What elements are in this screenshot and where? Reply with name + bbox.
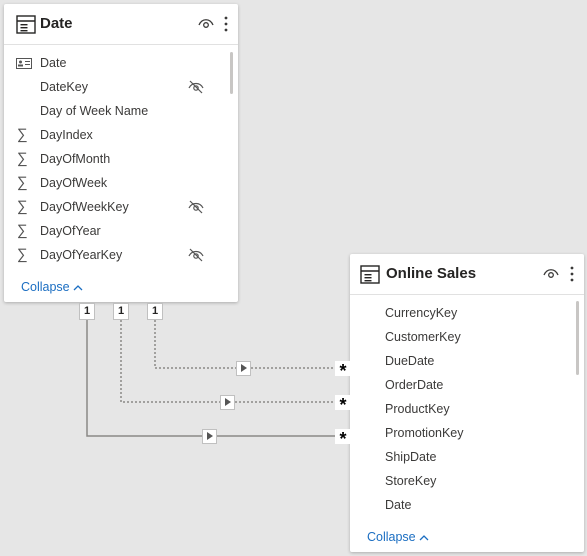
field-row[interactable]: Date	[4, 51, 238, 75]
filter-direction-arrow-icon[interactable]	[202, 429, 217, 444]
field-name: CustomerKey	[385, 330, 461, 344]
field-name: OrderDate	[385, 378, 444, 392]
sigma-icon: ∑	[17, 198, 28, 215]
table-icon	[16, 15, 36, 34]
field-name: DayOfWeek	[40, 176, 108, 190]
field-name: DayOfMonth	[40, 152, 111, 166]
field-name: ShipDate	[385, 450, 437, 464]
sigma-icon: ∑	[17, 174, 28, 191]
text-field-card-icon	[16, 58, 32, 69]
field-row[interactable]: CurrencyKey	[350, 301, 584, 325]
field-name: CurrencyKey	[385, 306, 458, 320]
scrollbar[interactable]	[576, 301, 579, 375]
collapse-link[interactable]: Collapse	[367, 530, 429, 544]
field-row[interactable]: ∑ DayOfYearKey	[4, 243, 238, 267]
field-name: PromotionKey	[385, 426, 464, 440]
field-name: DateKey	[40, 80, 88, 94]
hidden-eye-icon	[188, 200, 204, 214]
field-row[interactable]: StoreKey	[350, 469, 584, 493]
more-options-icon[interactable]	[224, 16, 228, 32]
field-name: Date	[40, 56, 67, 70]
field-row[interactable]: ProductKey	[350, 397, 584, 421]
collapse-link[interactable]: Collapse	[21, 280, 83, 294]
field-row[interactable]: ∑ DayIndex	[4, 123, 238, 147]
table-icon	[360, 265, 380, 284]
date-table-card[interactable]: Date Date DateKey Day of Week Name ∑ Day…	[4, 4, 238, 302]
date-table-title: Date	[40, 15, 73, 32]
more-options-icon[interactable]	[570, 266, 574, 282]
date-field-list[interactable]: Date DateKey Day of Week Name ∑ DayIndex…	[4, 51, 238, 273]
cardinality-one-badge[interactable]: 1	[147, 303, 163, 320]
chevron-up-icon	[73, 285, 83, 291]
filter-direction-arrow-icon[interactable]	[220, 395, 235, 410]
online-sales-table-title: Online Sales	[386, 265, 477, 282]
field-row[interactable]: Day of Week Name	[4, 99, 238, 123]
sigma-icon: ∑	[17, 150, 28, 167]
field-name: DayOfWeekKey	[40, 200, 129, 214]
scrollbar[interactable]	[230, 52, 233, 94]
collapse-label: Collapse	[21, 280, 70, 294]
field-name: DayIndex	[40, 128, 93, 142]
field-name: StoreKey	[385, 474, 437, 488]
field-row[interactable]: ∑ DayOfMonth	[4, 147, 238, 171]
chevron-up-icon	[419, 535, 429, 541]
field-name: DayOfYearKey	[40, 248, 123, 262]
field-row[interactable]: PromotionKey	[350, 421, 584, 445]
field-row[interactable]: DateKey	[4, 75, 238, 99]
sigma-icon: ∑	[17, 246, 28, 263]
hidden-eye-icon	[188, 248, 204, 262]
cardinality-many-badge[interactable]: *	[335, 361, 351, 381]
field-name: DayOfYear	[40, 224, 101, 238]
field-row[interactable]: OrderDate	[350, 373, 584, 397]
date-table-header[interactable]: Date	[4, 4, 238, 45]
field-row[interactable]: ∑ DayOfWeek	[4, 171, 238, 195]
field-row[interactable]: ShipDate	[350, 445, 584, 469]
sigma-icon: ∑	[17, 126, 28, 143]
visibility-eye-icon[interactable]	[543, 267, 559, 279]
field-row[interactable]: Date	[350, 493, 584, 517]
cardinality-one-badge[interactable]: 1	[113, 303, 129, 320]
relationship-line-3[interactable]	[86, 312, 343, 437]
field-name: Day of Week Name	[40, 104, 149, 118]
field-name: DueDate	[385, 354, 435, 368]
relationship-line-1[interactable]	[154, 312, 343, 369]
cardinality-one-badge[interactable]: 1	[79, 303, 95, 320]
cardinality-many-badge[interactable]: *	[335, 429, 351, 449]
online-sales-field-list[interactable]: CurrencyKey CustomerKey DueDate OrderDat…	[350, 301, 584, 523]
field-row[interactable]: ∑ DayOfWeekKey	[4, 195, 238, 219]
sigma-icon: ∑	[17, 222, 28, 239]
field-row[interactable]: ∑ DayOfYear	[4, 219, 238, 243]
visibility-eye-icon[interactable]	[198, 17, 214, 29]
cardinality-many-badge[interactable]: *	[335, 395, 351, 415]
filter-direction-arrow-icon[interactable]	[236, 361, 251, 376]
field-row[interactable]: DueDate	[350, 349, 584, 373]
online-sales-table-header[interactable]: Online Sales	[350, 254, 584, 295]
online-sales-table-card[interactable]: Online Sales CurrencyKey CustomerKey Due…	[350, 254, 584, 552]
field-name: Date	[385, 498, 412, 512]
collapse-label: Collapse	[367, 530, 416, 544]
field-name: ProductKey	[385, 402, 450, 416]
hidden-eye-icon	[188, 80, 204, 94]
field-row[interactable]: CustomerKey	[350, 325, 584, 349]
